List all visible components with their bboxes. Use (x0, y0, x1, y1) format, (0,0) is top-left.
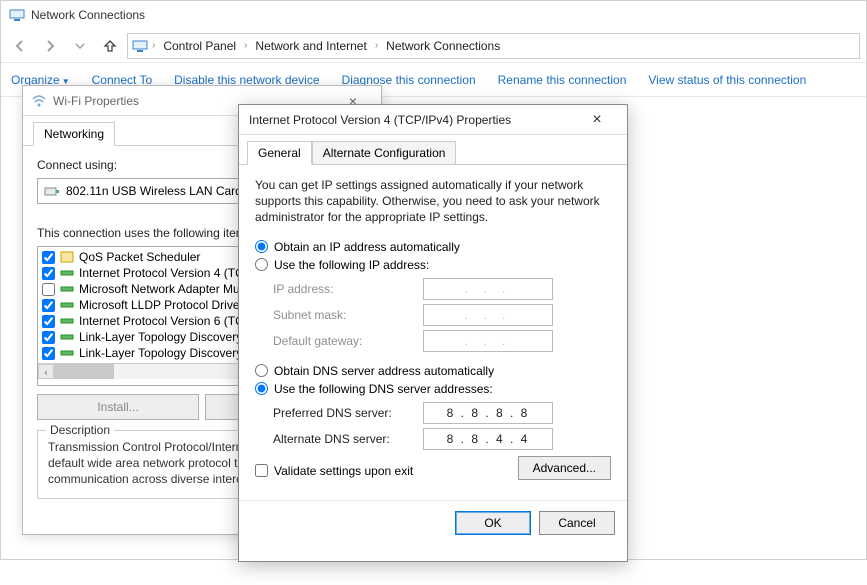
scroll-left-arrow[interactable]: ‹ (38, 364, 54, 379)
network-connections-icon (9, 7, 25, 23)
item-checkbox[interactable] (42, 283, 55, 296)
item-label: Microsoft LLDP Protocol Driver (79, 298, 244, 312)
dns-manual-label: Use the following DNS server addresses: (274, 382, 493, 396)
dns-manual-radio[interactable] (255, 382, 268, 395)
protocol-icon (59, 331, 75, 343)
preferred-dns-label: Preferred DNS server: (273, 406, 423, 420)
alternate-dns-field[interactable]: 8 . 8 . 4 . 4 (423, 428, 553, 450)
ok-button[interactable]: OK (455, 511, 531, 535)
protocol-icon (59, 283, 75, 295)
scroll-thumb[interactable] (54, 364, 114, 379)
ip-auto-radio[interactable] (255, 240, 268, 253)
ip-manual-radio[interactable] (255, 258, 268, 271)
wifi-icon (31, 93, 47, 109)
breadcrumb-item[interactable]: Control Panel (159, 37, 240, 55)
item-checkbox[interactable] (42, 251, 55, 264)
explorer-titlebar: Network Connections (1, 1, 866, 29)
back-button[interactable] (7, 33, 33, 59)
tab-alternate-configuration[interactable]: Alternate Configuration (312, 141, 457, 165)
explorer-title-text: Network Connections (31, 8, 145, 22)
protocol-icon (59, 267, 75, 279)
breadcrumb[interactable]: › Control Panel › Network and Internet ›… (127, 33, 860, 59)
up-button[interactable] (97, 33, 123, 59)
install-button[interactable]: Install... (37, 394, 199, 420)
item-checkbox[interactable] (42, 315, 55, 328)
default-gateway-field: . . . (423, 330, 553, 352)
close-icon[interactable]: × (577, 111, 617, 129)
dns-auto-radio-row[interactable]: Obtain DNS server address automatically (255, 364, 611, 378)
ipv4-titlebar: Internet Protocol Version 4 (TCP/IPv4) P… (239, 105, 627, 135)
item-checkbox[interactable] (42, 267, 55, 280)
tab-networking[interactable]: Networking (33, 122, 115, 146)
dialog-button-row: OK Cancel (239, 500, 627, 545)
protocol-icon (59, 315, 75, 327)
ip-manual-label: Use the following IP address: (274, 258, 429, 272)
ipv4-body: You can get IP settings assigned automat… (239, 165, 627, 490)
chevron-right-icon: › (152, 40, 155, 51)
preferred-dns-field[interactable]: 8 . 8 . 8 . 8 (423, 402, 553, 424)
advanced-button[interactable]: Advanced... (518, 456, 611, 480)
cancel-button[interactable]: Cancel (539, 511, 615, 535)
adapter-name: 802.11n USB Wireless LAN Card (66, 184, 242, 198)
ip-auto-radio-row[interactable]: Obtain an IP address automatically (255, 240, 611, 254)
ip-manual-radio-row[interactable]: Use the following IP address: (255, 258, 611, 272)
protocol-icon (59, 347, 75, 359)
item-checkbox[interactable] (42, 299, 55, 312)
service-icon (59, 251, 75, 263)
rename-cmd[interactable]: Rename this connection (498, 73, 627, 87)
dns-manual-radio-row[interactable]: Use the following DNS server addresses: (255, 382, 611, 396)
validate-checkbox[interactable] (255, 464, 268, 477)
ipv4-title-text: Internet Protocol Version 4 (TCP/IPv4) P… (249, 113, 577, 127)
subnet-mask-label: Subnet mask: (273, 308, 423, 322)
breadcrumb-item[interactable]: Network and Internet (251, 37, 370, 55)
protocol-icon (59, 299, 75, 311)
network-connections-icon (132, 38, 148, 54)
subnet-mask-field: . . . (423, 304, 553, 326)
chevron-right-icon: › (244, 40, 247, 51)
recent-dropdown[interactable] (67, 33, 93, 59)
alternate-dns-label: Alternate DNS server: (273, 432, 423, 446)
ip-auto-label: Obtain an IP address automatically (274, 240, 460, 254)
item-label: QoS Packet Scheduler (79, 250, 200, 264)
item-checkbox[interactable] (42, 347, 55, 360)
navigation-row: › Control Panel › Network and Internet ›… (1, 29, 866, 63)
item-checkbox[interactable] (42, 331, 55, 344)
adapter-icon (44, 183, 60, 199)
validate-label: Validate settings upon exit (274, 464, 413, 478)
intro-text: You can get IP settings assigned automat… (255, 177, 611, 226)
ip-address-label: IP address: (273, 282, 423, 296)
ipv4-properties-window: Internet Protocol Version 4 (TCP/IPv4) P… (238, 104, 628, 562)
tab-general[interactable]: General (247, 141, 312, 165)
description-legend: Description (46, 423, 114, 437)
dns-auto-label: Obtain DNS server address automatically (274, 364, 494, 378)
chevron-right-icon: › (375, 40, 378, 51)
breadcrumb-item[interactable]: Network Connections (382, 37, 504, 55)
dns-auto-radio[interactable] (255, 364, 268, 377)
view-status-cmd[interactable]: View status of this connection (648, 73, 806, 87)
ipv4-tab-row: General Alternate Configuration (239, 135, 627, 165)
default-gateway-label: Default gateway: (273, 334, 423, 348)
forward-button[interactable] (37, 33, 63, 59)
ip-address-field: . . . (423, 278, 553, 300)
